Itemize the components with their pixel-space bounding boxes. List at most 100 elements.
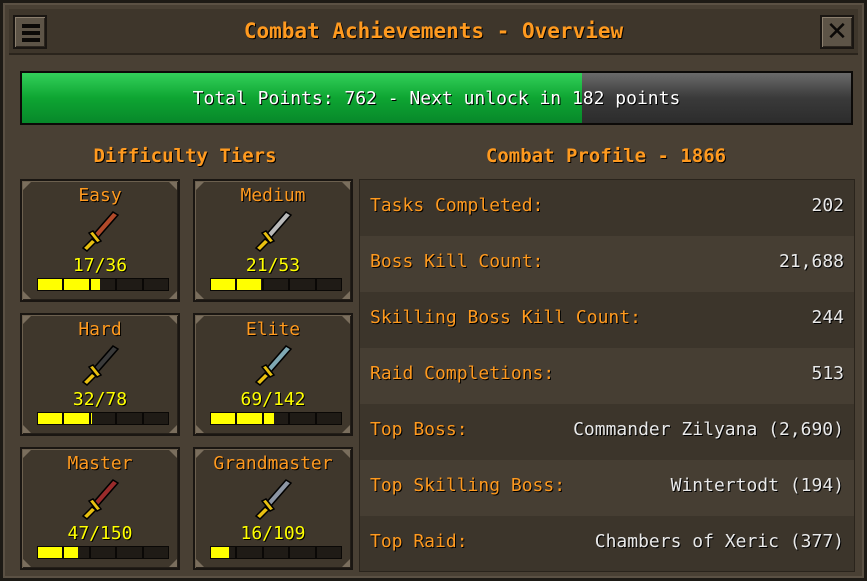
tier-name: Elite [245, 319, 301, 340]
profile-row-label: Top Boss: [370, 419, 468, 440]
progress-segment-fill [211, 547, 229, 558]
progress-segment-fill [211, 279, 236, 290]
progress-segment [211, 413, 238, 424]
progress-segment [90, 279, 118, 290]
black-sword-icon [81, 345, 120, 386]
progress-segment-fill [90, 413, 93, 424]
progress-segment [144, 413, 168, 424]
profile-row-value: Chambers of Xeric (377) [594, 531, 844, 552]
profile-row-value: Wintertodt (194) [670, 475, 844, 496]
progress-segment-fill [38, 413, 63, 424]
profile-row: Tasks Completed: 202 [360, 180, 854, 236]
progress-segment [64, 547, 91, 558]
combat-profile-panel: Tasks Completed: 202 Boss Kill Count: 21,68… [359, 179, 855, 572]
corner-decoration [196, 425, 204, 433]
progress-segment-fill [237, 413, 262, 424]
profile-row-label: Tasks Completed: [370, 195, 544, 216]
tier-name: Medium [240, 185, 306, 206]
profile-row-label: Boss Kill Count: [370, 251, 544, 272]
blessed-sword-icon [254, 479, 293, 520]
profile-row-label: Skilling Boss Kill Count: [370, 307, 641, 328]
iron-sword-icon [254, 211, 293, 252]
tier-progress-bar [37, 412, 169, 425]
progress-segment-fill [90, 279, 100, 290]
tier-card-master[interactable]: Master 47/150 [20, 447, 180, 570]
profile-row: Skilling Boss Kill Count: 244 [360, 292, 854, 348]
profile-row-label: Top Raid: [370, 531, 468, 552]
profile-row-value: 21,688 [778, 251, 844, 272]
total-points-progress-bar: Total Points: 762 - Next unlock in 182 p… [20, 71, 853, 125]
progress-segment [117, 413, 144, 424]
tier-name: Master [67, 453, 133, 474]
progress-segment-fill [237, 279, 262, 290]
progress-segment [290, 547, 317, 558]
bronze-sword-icon [81, 211, 120, 252]
corner-decoration [169, 425, 177, 433]
profile-row: Boss Kill Count: 21,688 [360, 236, 854, 292]
progress-segment [64, 279, 91, 290]
progress-segment [264, 279, 291, 290]
tier-progress-bar [210, 546, 342, 559]
corner-decoration [196, 291, 204, 299]
tier-count: 47/150 [67, 523, 133, 544]
progress-segment-fill [64, 413, 89, 424]
close-x-icon: ✕ [826, 17, 848, 47]
corner-decoration [23, 291, 31, 299]
progress-segment [237, 413, 264, 424]
progress-segment-fill [263, 413, 275, 424]
combat-achievements-window: Combat Achievements - Overview ✕ Total P… [0, 0, 867, 581]
corner-decoration [342, 291, 350, 299]
tier-count: 17/36 [72, 255, 128, 276]
corner-decoration [23, 559, 31, 567]
tier-progress-bar [210, 278, 342, 291]
progress-segment [144, 547, 168, 558]
progress-segment [38, 547, 65, 558]
window-title: Combat Achievements - Overview [243, 19, 624, 43]
progress-segment [237, 547, 264, 558]
progress-segment [211, 547, 238, 558]
progress-segment-fill [38, 279, 63, 290]
progress-segment [317, 279, 341, 290]
tier-progress-bar [210, 412, 342, 425]
progress-segment [290, 279, 317, 290]
dragon-sword-icon [81, 479, 120, 520]
progress-segment [290, 413, 317, 424]
corner-decoration [196, 559, 204, 567]
profile-row-value: Commander Zilyana (2,690) [573, 419, 844, 440]
profile-row: Top Boss: Commander Zilyana (2,690) [360, 404, 854, 460]
progress-segment-fill [38, 547, 63, 558]
tier-progress-bar [37, 546, 169, 559]
corner-decoration [169, 291, 177, 299]
progress-segment [38, 413, 65, 424]
tier-card-medium[interactable]: Medium 21/53 [193, 179, 353, 302]
progress-text: Total Points: 762 - Next unlock in 182 p… [192, 88, 681, 109]
progress-segment-fill [211, 413, 236, 424]
progress-segment [263, 413, 291, 424]
rune-sword-icon [254, 345, 293, 386]
tier-progress-bar [37, 278, 169, 291]
progress-segment [117, 547, 144, 558]
combat-profile-heading: Combat Profile - 1866 [485, 145, 727, 167]
tier-card-elite[interactable]: Elite 69/142 [193, 313, 353, 436]
profile-row-value: 513 [811, 363, 844, 384]
close-button[interactable]: ✕ [820, 15, 854, 49]
progress-segment [317, 547, 341, 558]
progress-segment-fill [64, 547, 79, 558]
profile-row-label: Raid Completions: [370, 363, 555, 384]
progress-segment [264, 547, 291, 558]
progress-segment [117, 279, 144, 290]
tier-card-hard[interactable]: Hard 32/78 [20, 313, 180, 436]
profile-row-value: 244 [811, 307, 844, 328]
tier-count: 69/142 [240, 389, 306, 410]
tier-count: 32/78 [72, 389, 128, 410]
tier-card-easy[interactable]: Easy 17/36 [20, 179, 180, 302]
progress-segment [144, 279, 168, 290]
tier-card-grandmaster[interactable]: Grandmaster 16/109 [193, 447, 353, 570]
progress-segment [64, 413, 91, 424]
difficulty-tiers-heading: Difficulty Tiers [93, 145, 277, 167]
profile-row-label: Top Skilling Boss: [370, 475, 566, 496]
profile-row: Raid Completions: 513 [360, 348, 854, 404]
tier-count: 16/109 [240, 523, 306, 544]
title-bar: Combat Achievements - Overview ✕ [9, 9, 858, 55]
corner-decoration [342, 559, 350, 567]
